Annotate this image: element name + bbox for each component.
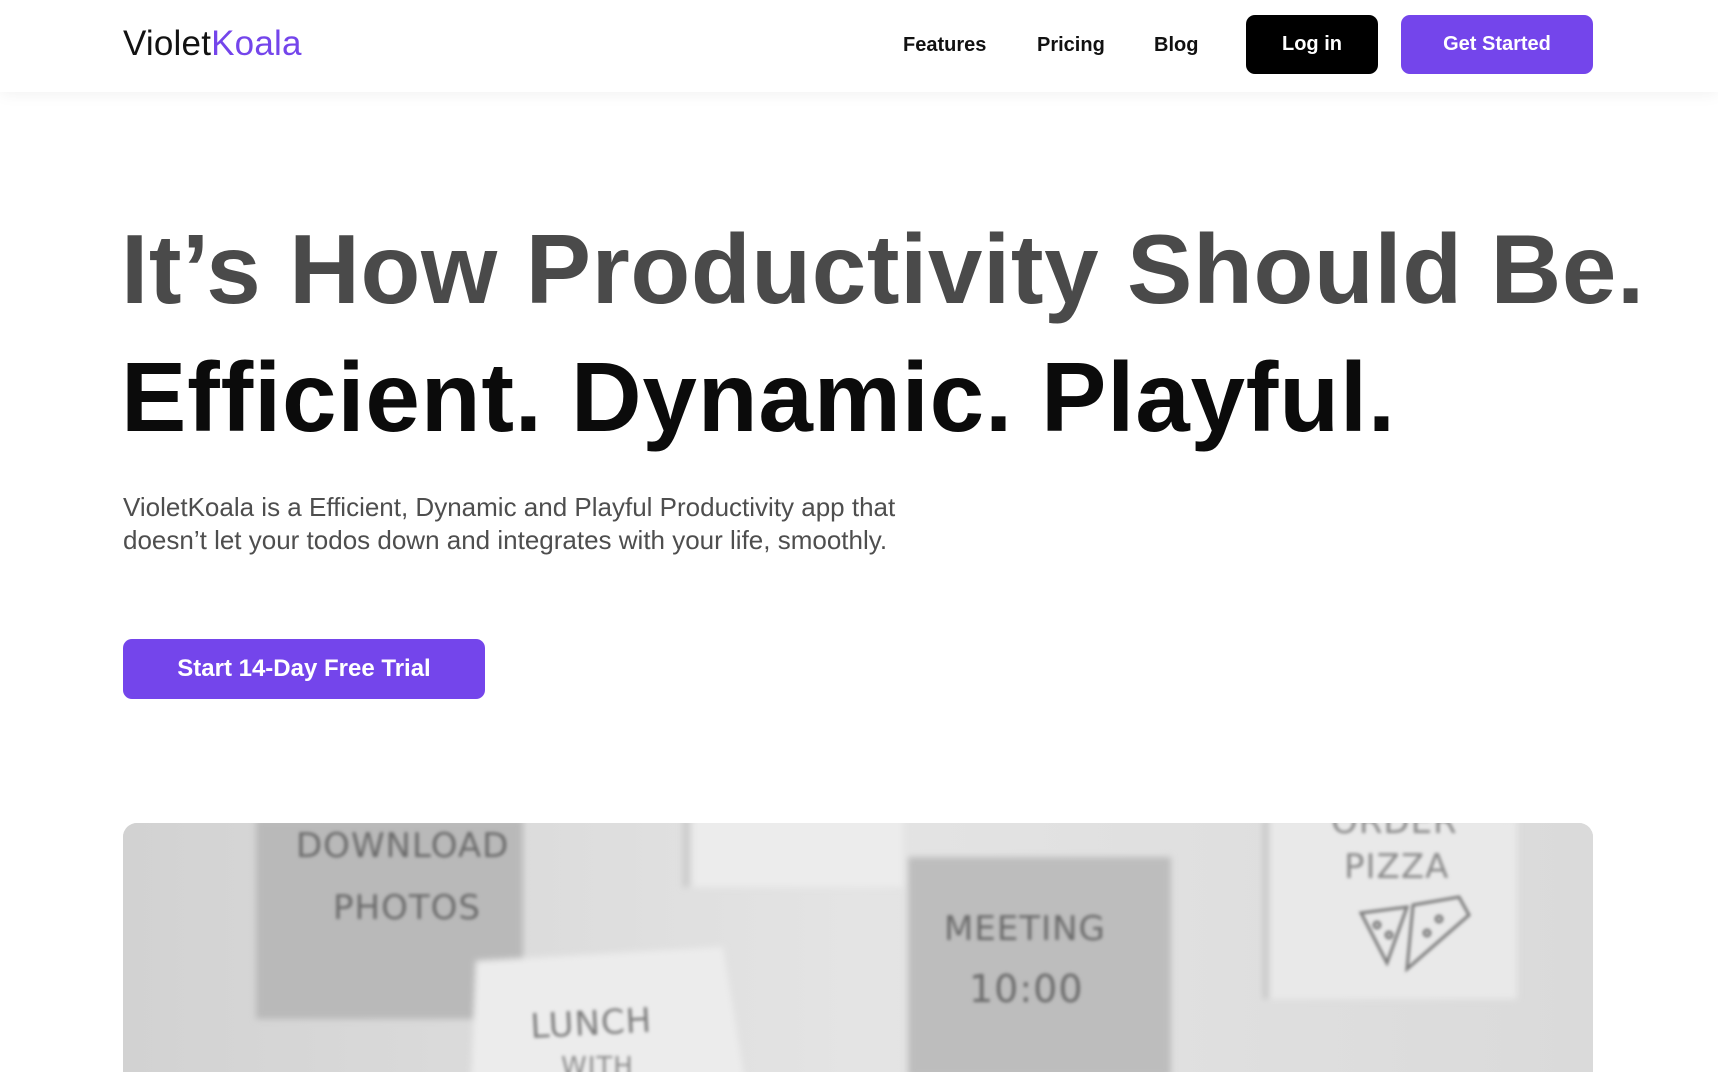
note-time-text: 10:00 [969,967,1084,1011]
note-download-text: DOWNLOAD [296,826,509,866]
note-blank-top [693,823,903,887]
brand-logo[interactable]: VioletKoala [123,24,302,64]
note-pizza-text: PIZZA [1344,847,1449,887]
get-started-button[interactable]: Get Started [1401,15,1593,74]
hero-tagline: Efficient. Dynamic. Playful. [121,342,1396,452]
note-lunch-text: LUNCH [529,1001,653,1047]
note-meeting-text: MEETING [944,909,1106,949]
logo-text-koala: Koala [211,24,302,63]
nav-pricing-link[interactable]: Pricing [1037,33,1105,57]
nav-blog-link[interactable]: Blog [1154,33,1198,57]
note-order-text: ORDER [1331,823,1458,842]
logo-text-violet: Violet [123,24,212,63]
note-meeting [908,857,1171,1072]
nav-features-link[interactable]: Features [903,33,986,57]
note-with-text: WITH [561,1052,634,1072]
top-navbar: VioletKoala Features Pricing Blog Log in… [0,0,1718,92]
sticky-notes-photo: DOWNLOAD PHOTOS MEETING 10:00 ORDER PIZZ… [123,823,1593,1072]
login-button[interactable]: Log in [1246,15,1378,74]
hero-headline: It’s How Productivity Should Be. [121,214,1645,324]
start-free-trial-button[interactable]: Start 14-Day Free Trial [123,639,485,699]
hero-description: VioletKoala is a Efficient, Dynamic and … [123,492,896,555]
hero-preview-image: DOWNLOAD PHOTOS MEETING 10:00 ORDER PIZZ… [123,823,1593,1072]
note-photos-text: PHOTOS [333,888,481,928]
